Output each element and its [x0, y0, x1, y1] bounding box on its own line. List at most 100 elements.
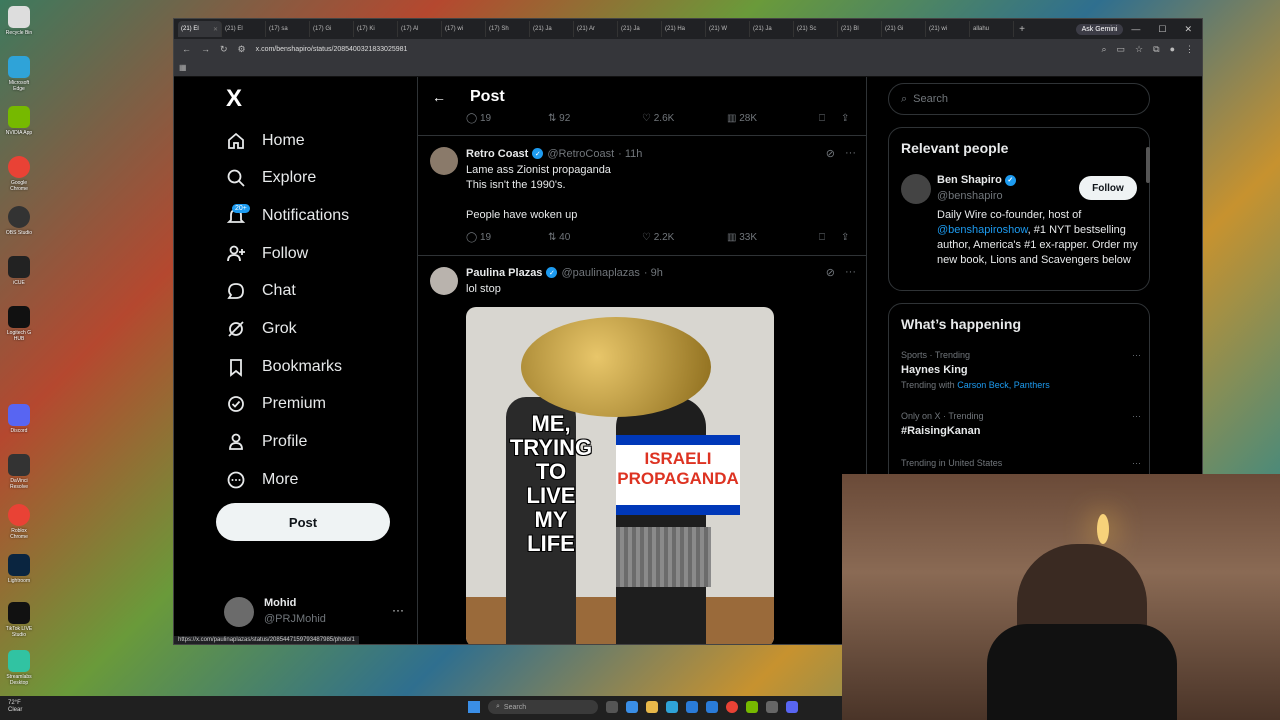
- windows-start-icon[interactable]: [468, 701, 480, 713]
- tab[interactable]: (17) Sh: [486, 21, 530, 37]
- close-icon[interactable]: ✕: [213, 26, 218, 33]
- edge-icon[interactable]: [666, 701, 678, 713]
- reload-icon[interactable]: ↻: [220, 44, 228, 55]
- tweet-time[interactable]: · 11h: [618, 148, 642, 160]
- desktop-icon-icue[interactable]: iCUE: [3, 254, 35, 298]
- sidebar-item-home[interactable]: Home: [226, 126, 305, 156]
- sidebar-item-bookmarks[interactable]: Bookmarks: [226, 352, 342, 382]
- more-dots-icon[interactable]: ···: [1132, 458, 1141, 468]
- tab[interactable]: (21) El ✕: [178, 21, 222, 37]
- desktop-icon-ghub[interactable]: Logitech G HUB: [3, 304, 35, 348]
- grok-icon[interactable]: ⊘: [826, 147, 835, 160]
- weather-widget[interactable]: 72°F Clear: [8, 700, 22, 714]
- chrome-icon[interactable]: [726, 701, 738, 713]
- avatar[interactable]: [901, 174, 931, 204]
- desktop-icon-lightroom[interactable]: Lightroom: [3, 552, 35, 596]
- copilot-icon[interactable]: [626, 701, 638, 713]
- tab[interactable]: (21) Gi: [882, 21, 926, 37]
- repost-button[interactable]: ⇅ 40: [548, 232, 642, 248]
- cast-icon[interactable]: ▭: [1117, 44, 1126, 55]
- new-tab-icon[interactable]: +: [1014, 24, 1030, 35]
- more-dots-icon[interactable]: ···: [1132, 411, 1141, 421]
- post-button[interactable]: Post: [216, 503, 390, 541]
- nvidia-icon[interactable]: [746, 701, 758, 713]
- person-name[interactable]: Ben Shapiro ✓: [937, 174, 1016, 186]
- sidebar-item-explore[interactable]: Explore: [226, 163, 316, 193]
- sidebar-item-follow[interactable]: Follow: [226, 239, 308, 269]
- views-button[interactable]: ▥ 28K: [727, 113, 819, 129]
- more-dots-icon[interactable]: ···: [1132, 350, 1141, 360]
- desktop-icon-davinci[interactable]: DaVinci Resolve: [3, 452, 35, 496]
- tab[interactable]: (21) Ja: [750, 21, 794, 37]
- repost-button[interactable]: ⇅ 92: [548, 113, 642, 129]
- profile-icon[interactable]: ●: [1170, 44, 1175, 55]
- forward-icon[interactable]: →: [201, 44, 210, 54]
- tab[interactable]: (21) Ja: [618, 21, 662, 37]
- sidebar-item-chat[interactable]: Chat: [226, 276, 296, 306]
- account-switcher[interactable]: Mohid @PRJMohid ···: [224, 595, 404, 629]
- file-explorer-icon[interactable]: [646, 701, 658, 713]
- desktop-icon-nvidia[interactable]: NVIDIA App: [3, 104, 35, 148]
- desktop-icon-obs[interactable]: OBS Studio: [3, 204, 35, 248]
- task-view-icon[interactable]: [606, 701, 618, 713]
- sidebar-item-grok[interactable]: Grok: [226, 314, 297, 344]
- views-button[interactable]: ▥ 33K: [727, 232, 819, 248]
- tab[interactable]: (17) Al: [398, 21, 442, 37]
- more-dots-icon[interactable]: ···: [392, 603, 404, 617]
- zoom-icon[interactable]: ⌕: [1101, 44, 1106, 55]
- grok-icon[interactable]: ⊘: [826, 266, 835, 279]
- share-icon[interactable]: ⇪: [841, 113, 849, 129]
- tweet-time[interactable]: · 9h: [644, 267, 663, 279]
- reply-button[interactable]: ◯ 19: [466, 232, 548, 248]
- menu-icon[interactable]: ⋮: [1185, 44, 1194, 55]
- tab[interactable]: (21) Bl: [838, 21, 882, 37]
- sidebar-item-notifications[interactable]: 20+ Notifications: [226, 201, 349, 231]
- store-icon[interactable]: [686, 701, 698, 713]
- sidebar-item-profile[interactable]: Profile: [226, 427, 307, 457]
- desktop-icon-tiktok[interactable]: TikTok LIVE Studio: [3, 600, 35, 644]
- discord-icon[interactable]: [786, 701, 798, 713]
- desktop-icon-chrome[interactable]: Google Chrome: [3, 154, 35, 198]
- tweet-image[interactable]: ME, TRYING TO LIVE MY LIFE ISRAELI PROPA…: [466, 307, 774, 644]
- sidebar-item-more[interactable]: More: [226, 465, 298, 495]
- bio-link[interactable]: @benshapiroshow: [937, 224, 1028, 236]
- bookmark-icon[interactable]: ⎕: [819, 113, 841, 129]
- tweet-author-name[interactable]: Paulina Plazas: [466, 267, 542, 279]
- trend-item[interactable]: Trending in United States ···: [901, 458, 1141, 468]
- search-input[interactable]: ⌕ Search: [888, 83, 1150, 115]
- desktop-icon-streamlabs[interactable]: Streamlabs Desktop: [3, 648, 35, 692]
- avatar[interactable]: [430, 147, 458, 175]
- app-icon[interactable]: [766, 701, 778, 713]
- reply-button[interactable]: ◯ 19: [466, 113, 548, 129]
- tweet-author-handle[interactable]: @paulinaplazas: [561, 267, 639, 279]
- tweet-author-handle[interactable]: @RetroCoast: [547, 148, 614, 160]
- mail-icon[interactable]: [706, 701, 718, 713]
- x-logo[interactable]: X: [226, 85, 242, 113]
- like-button[interactable]: ♡ 2.6K: [642, 113, 727, 129]
- tab[interactable]: (21) El: [222, 21, 266, 37]
- desktop-icon-discord[interactable]: Discord: [3, 402, 35, 446]
- more-dots-icon[interactable]: ···: [845, 147, 856, 160]
- tab[interactable]: (21) W: [706, 21, 750, 37]
- desktop-icon-recycle-bin[interactable]: Recycle Bin: [3, 4, 35, 48]
- site-info-icon[interactable]: ⚙: [238, 44, 246, 55]
- avatar[interactable]: [430, 267, 458, 295]
- share-icon[interactable]: ⇪: [841, 232, 849, 248]
- tab[interactable]: (17) Ki: [354, 21, 398, 37]
- trend-item[interactable]: Sports · Trending Haynes King Trending w…: [901, 350, 1141, 390]
- tab[interactable]: (21) Ha: [662, 21, 706, 37]
- like-button[interactable]: ♡ 2.2K: [642, 232, 727, 248]
- desktop-icon-edge[interactable]: Microsoft Edge: [3, 54, 35, 98]
- tab[interactable]: (17) Gi: [310, 21, 354, 37]
- back-icon[interactable]: ←: [182, 44, 191, 54]
- tab[interactable]: (21) Ja: [530, 21, 574, 37]
- bookmark-star-icon[interactable]: ☆: [1135, 44, 1143, 55]
- tab[interactable]: (21) wi: [926, 21, 970, 37]
- tab[interactable]: (17) wi: [442, 21, 486, 37]
- close-icon[interactable]: ✕: [1184, 24, 1192, 35]
- taskbar-search[interactable]: ⌕ Search: [488, 700, 598, 714]
- tab[interactable]: (21) Ar: [574, 21, 618, 37]
- sidebar-item-premium[interactable]: Premium: [226, 389, 326, 419]
- tab[interactable]: allahu: [970, 21, 1014, 37]
- extensions-icon[interactable]: ⧉: [1153, 44, 1159, 55]
